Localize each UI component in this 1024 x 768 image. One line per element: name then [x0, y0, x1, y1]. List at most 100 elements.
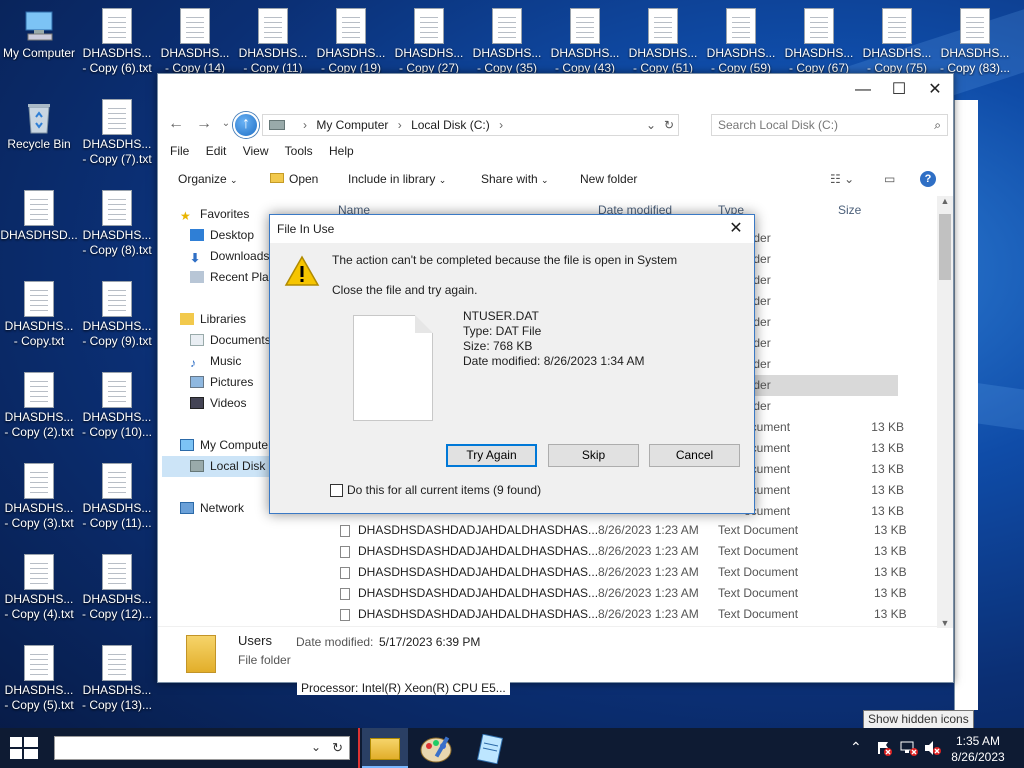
desktop-icon-file[interactable]: DHASDHS... - Copy (11)... — [78, 463, 156, 531]
nav-music[interactable]: ♪ Music — [190, 354, 241, 370]
refresh-icon[interactable]: ↻ — [332, 740, 343, 756]
speaker-muted-icon[interactable] — [924, 740, 942, 759]
explorer-titlebar[interactable]: — ☐ ✕ — [158, 74, 953, 106]
try-again-button[interactable]: Try Again — [446, 444, 537, 467]
forward-arrow-icon[interactable]: → — [192, 112, 216, 136]
desktop-icon-file[interactable]: DHASDHS... - Copy (19) — [312, 8, 390, 76]
table-row[interactable]: DHASDHSDASHDADJAHDALDHASDHAS... 8/26/202… — [336, 583, 907, 604]
nav-network[interactable]: Network — [180, 501, 244, 515]
desktop-icon-recycle-bin[interactable]: Recycle Bin — [0, 99, 78, 152]
refresh-icon[interactable]: ↻ — [664, 115, 674, 135]
nav-label: Recent Plac — [210, 270, 275, 284]
nav-videos[interactable]: Videos — [190, 396, 246, 410]
minimize-button[interactable]: — — [845, 74, 881, 106]
menu-file[interactable]: File — [170, 144, 189, 158]
desktop-icon-file[interactable]: DHASDHS... - Copy (6).txt — [78, 8, 156, 76]
table-row[interactable]: DHASDHSDASHDADJAHDALDHASDHAS... 8/26/202… — [336, 541, 907, 562]
desktop-icon-file[interactable]: DHASDHS... - Copy (4).txt — [0, 554, 78, 622]
search-input[interactable]: Search Local Disk (C:) ⌕ — [711, 114, 948, 136]
address-bar[interactable]: › My Computer › Local Disk (C:) › ⌄ ↻ — [262, 114, 679, 136]
flag-error-icon[interactable] — [876, 740, 892, 756]
menu-edit[interactable]: Edit — [206, 144, 227, 158]
desktop-icon-file[interactable]: DHASDHS... - Copy (2).txt — [0, 372, 78, 440]
desktop-icon-file[interactable]: DHASDHS... - Copy (83)... — [936, 8, 1014, 76]
desktop-icon-file[interactable]: DHASDHS... - Copy.txt — [0, 281, 78, 349]
windows-start-icon[interactable] — [10, 737, 38, 762]
nav-desktop[interactable]: Desktop — [190, 228, 254, 242]
column-size[interactable]: Size — [838, 203, 861, 217]
desktop-icon-file[interactable]: DHASDHS... - Copy (10)... — [78, 372, 156, 440]
desktop-icon-file[interactable]: DHASDHS... - Copy (75) — [858, 8, 936, 76]
view-options-icon[interactable]: ☷ ⌄ — [830, 168, 854, 190]
chevron-down-icon[interactable]: ⌄ — [646, 115, 656, 135]
desktop-icon-my-computer[interactable]: My Computer — [0, 8, 78, 61]
nav-local-disk[interactable]: Local Disk ( — [190, 459, 273, 473]
desktop-icon-file[interactable]: DHASDHS... - Copy (35) — [468, 8, 546, 76]
details-kind: File folder — [238, 653, 291, 667]
scroll-up-icon[interactable]: ▲ — [937, 196, 953, 206]
chevron-up-icon[interactable]: ⌃ — [850, 739, 862, 756]
paint-icon[interactable] — [420, 734, 454, 767]
desktop-icon-file[interactable]: DHASDHS... - Copy (13)... — [78, 645, 156, 713]
vertical-scrollbar[interactable]: ▲ ▼ — [937, 196, 953, 628]
desktop-icon-file[interactable]: DHASDHS... - Copy (5).txt — [0, 645, 78, 713]
help-icon[interactable]: ? — [920, 171, 936, 187]
clock[interactable]: 1:35 AM 8/26/2023 — [950, 733, 1006, 765]
breadcrumb-my-computer[interactable]: My Computer — [316, 118, 388, 132]
nav-pictures[interactable]: Pictures — [190, 375, 253, 389]
menu-view[interactable]: View — [243, 144, 269, 158]
computer-icon — [180, 439, 194, 451]
desktop-icon-file[interactable]: DHASDHS... - Copy (59) — [702, 8, 780, 76]
desktop-icon-file[interactable]: DHASDHS... - Copy (12)... — [78, 554, 156, 622]
dialog-close-button[interactable]: ✕ — [718, 215, 754, 243]
desktop-icon-label: - Copy (7).txt — [82, 152, 152, 166]
apply-all-checkbox[interactable] — [330, 484, 343, 497]
menu-help[interactable]: Help — [329, 144, 354, 158]
desktop-icon-file[interactable]: DHASDHS... - Copy (9).txt — [78, 281, 156, 349]
desktop-icon-file[interactable]: DHASDHS... - Copy (7).txt — [78, 99, 156, 167]
preview-pane-icon[interactable]: ▭ — [884, 168, 895, 190]
open-button[interactable]: Open — [270, 168, 318, 190]
notepad-icon[interactable] — [474, 733, 508, 767]
desktop-icon-file[interactable]: DHASDHS... - Copy (27) — [390, 8, 468, 76]
scrollbar-thumb[interactable] — [939, 214, 951, 280]
desktop-icon-label: DHASDHS... — [82, 228, 152, 242]
cancel-button[interactable]: Cancel — [649, 444, 740, 467]
nav-label: Videos — [210, 396, 247, 410]
table-row[interactable]: DHASDHSDASHDADJAHDALDHASDHAS... 8/26/202… — [336, 604, 907, 625]
new-folder-button[interactable]: New folder — [580, 168, 637, 190]
download-arrow-icon: ⬇ — [190, 251, 201, 265]
dialog-titlebar[interactable]: File In Use ✕ — [270, 215, 754, 243]
share-with-button[interactable]: Share with ⌄ — [481, 168, 549, 191]
taskbar-search-input[interactable]: ⌄ ↻ — [54, 736, 350, 760]
nav-recent-places[interactable]: Recent Plac — [190, 270, 275, 284]
menu-tools[interactable]: Tools — [285, 144, 313, 158]
close-button[interactable]: ✕ — [917, 74, 953, 106]
up-arrow-icon[interactable]: ↑ — [233, 112, 259, 138]
taskbar-explorer-button[interactable] — [362, 728, 408, 768]
desktop-icon-file[interactable]: DHASDHS... - Copy (67) — [780, 8, 858, 76]
desktop-icon-file[interactable]: DHASDHS... - Copy (51) — [624, 8, 702, 76]
include-in-library-button[interactable]: Include in library ⌄ — [348, 168, 446, 191]
table-row[interactable]: DHASDHSDASHDADJAHDALDHASDHAS... 8/26/202… — [336, 520, 907, 541]
desktop-icon-file[interactable]: DHASDHS... - Copy (14) — [156, 8, 234, 76]
nav-downloads[interactable]: ⬇ Downloads — [190, 249, 269, 265]
nav-documents[interactable]: Documents — [190, 333, 271, 347]
network-error-icon[interactable] — [900, 740, 918, 759]
desktop-icon-file[interactable]: DHASDHS... - Copy (11) — [234, 8, 312, 76]
desktop-icon-file[interactable]: DHASDHS... - Copy (3).txt — [0, 463, 78, 531]
organize-button[interactable]: Organize ⌄ — [178, 168, 238, 191]
maximize-button[interactable]: ☐ — [881, 74, 917, 106]
back-arrow-icon[interactable]: ← — [164, 112, 188, 136]
nav-computer[interactable]: My Compute — [180, 438, 268, 452]
nav-favorites[interactable]: ★ Favorites — [180, 207, 249, 223]
desktop-icon-file[interactable]: DHASDHS... - Copy (8).txt — [78, 190, 156, 258]
chevron-down-icon[interactable]: ⌄ — [311, 740, 321, 754]
table-row[interactable]: DHASDHSDASHDADJAHDALDHASDHAS... 8/26/202… — [336, 562, 907, 583]
breadcrumb-local-disk[interactable]: Local Disk (C:) — [411, 118, 490, 132]
desktop-icon-file[interactable]: DHASDHS... - Copy (43) — [546, 8, 624, 76]
desktop-icon-file[interactable]: DHASDHSD... — [0, 190, 78, 243]
new-folder-label: New folder — [580, 172, 638, 186]
skip-button[interactable]: Skip — [548, 444, 639, 467]
nav-libraries[interactable]: Libraries — [180, 312, 246, 326]
